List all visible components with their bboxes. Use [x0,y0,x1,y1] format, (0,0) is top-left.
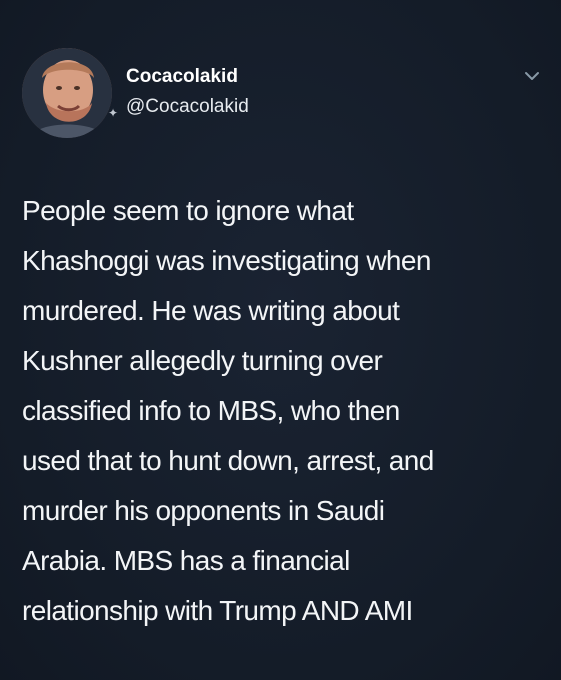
chevron-down-icon[interactable] [522,66,542,86]
tweet-card: ✦ Cocacolakid @Cocacolakid People seem t… [0,0,561,680]
author-handle[interactable]: @Cocacolakid [126,95,249,119]
author-names: Cocacolakid @Cocacolakid [126,65,249,119]
account-badge-icon: ✦ [108,106,119,120]
avatar-portrait-icon [22,48,112,138]
author-display-name[interactable]: Cocacolakid [126,65,249,89]
tweet-text: People seem to ignore what Khashoggi was… [22,195,434,626]
avatar[interactable] [22,48,112,138]
tweet-header: ✦ Cocacolakid @Cocacolakid [22,48,542,138]
